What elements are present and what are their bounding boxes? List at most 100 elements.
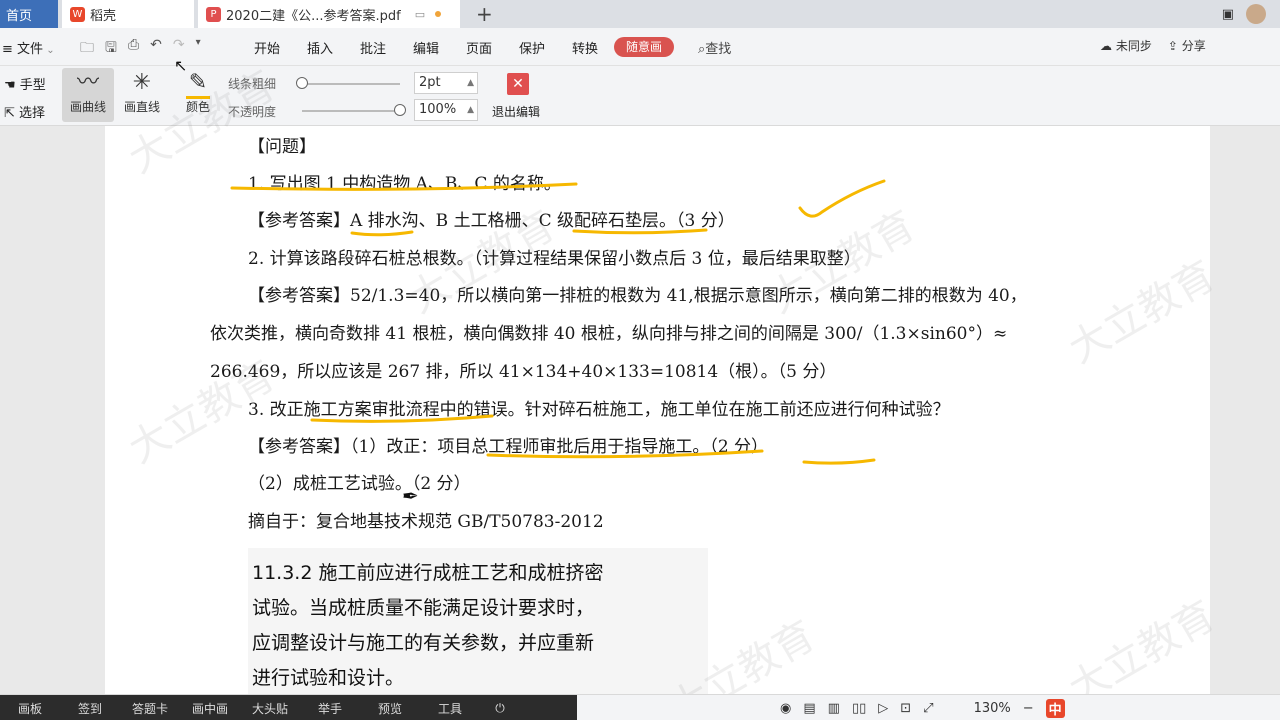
live-tool-pip[interactable]: 画中画	[180, 700, 240, 717]
open-folder-icon[interactable]: 🗀	[80, 37, 94, 61]
tab-home[interactable]: 首页	[0, 0, 58, 28]
menu-annotate[interactable]: 批注	[360, 38, 386, 57]
menu-convert[interactable]: 转换	[572, 38, 598, 57]
menu-freehand-active[interactable]: 随意画	[614, 37, 674, 57]
print-icon[interactable]: ⎙	[128, 37, 139, 61]
book-view-icon[interactable]: ▯▯	[852, 701, 866, 716]
search-button[interactable]: ⌕查找	[698, 38, 731, 57]
pencil-icon: ✎	[188, 70, 208, 95]
sync-status-label: 未同步	[1115, 39, 1152, 53]
opacity-slider-track[interactable]	[302, 110, 400, 112]
live-tool-preview[interactable]: 预览	[360, 700, 420, 717]
excerpt-line: 11.3.2 施工前应进行成桩工艺和成桩挤密	[252, 562, 604, 584]
draw-curve-label: 画曲线	[69, 100, 106, 114]
redo-icon[interactable]: ↷	[173, 37, 185, 61]
hand-tool-button[interactable]: ☚ 手型	[4, 74, 46, 93]
share-button[interactable]: ⇪ 分享	[1168, 37, 1206, 54]
opacity-slider-knob[interactable]	[394, 104, 406, 116]
menu-protect[interactable]: 保护	[519, 38, 545, 57]
menu-start[interactable]: 开始	[254, 38, 280, 57]
exit-edit-close-icon[interactable]: ✕	[507, 73, 529, 95]
live-tool-checkin[interactable]: 签到	[60, 700, 120, 717]
menubar-right: ☁ 未同步 ⇪ 分享	[1100, 37, 1206, 54]
share-icon: ⇪	[1167, 39, 1182, 53]
color-label: 颜色	[185, 100, 210, 114]
line-width-slider-track[interactable]	[302, 83, 400, 85]
excerpt-line: 试验。当成桩质量不能满足设计要求时，	[252, 597, 595, 619]
tab-screen-icon[interactable]: ▭	[415, 8, 425, 21]
draw-line-button[interactable]: ✳ 画直线	[116, 68, 168, 122]
undo-icon[interactable]: ↶	[150, 37, 162, 61]
pdf-page: 【问题】 1. 写出图 1 中构造物 A、B、C 的名称。 【参考答案】A 排水…	[105, 126, 1210, 694]
actual-size-icon[interactable]: ⊡	[900, 701, 911, 716]
menu-page[interactable]: 页面	[466, 38, 492, 57]
layout-toggle-icon[interactable]: ▣	[1222, 7, 1234, 22]
excerpt-line: 应调整设计与施工的有关参数，并应重新	[252, 632, 595, 654]
pdf-file-icon: P	[206, 6, 221, 22]
menu-edit[interactable]: 编辑	[413, 38, 439, 57]
tab-pdf-document[interactable]: P 2020二建《公...参考答案.pdf ▭	[198, 0, 460, 28]
tab-home-label: 首页	[6, 8, 33, 24]
user-avatar[interactable]	[1246, 4, 1266, 24]
share-label: 分享	[1181, 39, 1206, 53]
sync-status[interactable]: ☁ 未同步	[1100, 37, 1152, 54]
doc-line-source: 摘自于：复合地基技术规范 GB/T50783-2012	[248, 512, 604, 532]
exit-edit-label[interactable]: 退出编辑	[492, 103, 540, 120]
draw-curve-button[interactable]: 〰 画曲线	[62, 68, 114, 122]
line-width-label: 线条粗细	[228, 77, 277, 91]
continuous-page-icon[interactable]: ▥	[828, 701, 840, 716]
tab-daoke[interactable]: W 稻壳	[62, 0, 194, 28]
current-color-swatch	[186, 96, 210, 99]
doc-line-q1: 1. 写出图 1 中构造物 A、B、C 的名称。	[248, 174, 561, 194]
customize-chevron-icon[interactable]: ▾	[196, 37, 201, 61]
power-icon[interactable]: ⏻	[480, 701, 520, 716]
doc-line-q3: 3. 改正施工方案审批流程中的错误。针对碎石桩施工，施工单位在施工前还应进行何种…	[248, 400, 950, 420]
document-viewport[interactable]: 【问题】 1. 写出图 1 中构造物 A、B、C 的名称。 【参考答案】A 排水…	[0, 126, 1280, 694]
tabbar-right-controls: ▣	[1222, 0, 1280, 28]
spec-excerpt-block: 11.3.2 施工前应进行成桩工艺和成桩挤密 试验。当成桩质量不能满足设计要求时…	[248, 548, 708, 694]
eye-icon[interactable]: ◉	[780, 701, 791, 716]
live-tool-raise-hand[interactable]: 举手	[300, 700, 360, 717]
daoke-logo-icon: W	[70, 6, 85, 22]
line-width-slider-knob[interactable]	[296, 77, 308, 89]
tab-daoke-label: 稻壳	[90, 8, 117, 24]
unsaved-dot-icon	[435, 11, 442, 17]
play-icon[interactable]: ▷	[878, 701, 888, 716]
new-tab-plus-icon[interactable]: +	[476, 2, 493, 26]
doc-line-a2-1: 【参考答案】52/1.3=40，所以横向第一排桩的根数为 41,根据示意图所示，…	[248, 286, 1027, 306]
single-page-icon[interactable]: ▤	[803, 701, 815, 716]
search-label: 查找	[705, 42, 732, 57]
pen-toolbar: ☚ 手型 ⇱ 选择 〰 画曲线 ✳ 画直线 ✎ 颜色 线条粗细 2pt ▲▼ 不…	[0, 66, 1280, 135]
zoom-level[interactable]: 130%	[974, 701, 1011, 716]
save-icon[interactable]: 🖫	[105, 37, 117, 61]
live-tool-answer-card[interactable]: 答题卡	[120, 700, 180, 717]
doc-line-a3-1: 【参考答案】（1）改正：项目总工程师审批后用于指导施工。（2 分）	[248, 437, 769, 457]
line-width-value: 2pt	[419, 75, 441, 90]
zoom-out-icon[interactable]: −	[1023, 701, 1034, 716]
live-tool-whiteboard[interactable]: 画板	[0, 700, 60, 717]
live-tool-tools[interactable]: 工具	[420, 700, 480, 717]
doc-line-question-header: 【问题】	[248, 137, 316, 157]
color-picker-button[interactable]: ✎ 颜色	[172, 68, 224, 122]
select-tool-button[interactable]: ⇱ 选择	[4, 102, 45, 121]
chevron-down-icon: ⌄	[43, 45, 55, 56]
hamburger-icon: ≡	[2, 42, 18, 57]
ime-indicator[interactable]: 中	[1045, 699, 1065, 718]
hand-icon: ☚	[4, 78, 20, 93]
excerpt-line: 进行试验和设计。	[252, 667, 405, 689]
select-tool-label: 选择	[19, 106, 46, 121]
live-tool-sticker[interactable]: 大头贴	[240, 700, 300, 717]
fit-width-icon[interactable]: ⤢	[923, 701, 933, 716]
live-class-toolbar: 画板 签到 答题卡 画中画 大头贴 举手 预览 工具 ⏻	[0, 695, 577, 720]
curve-icon: 〰	[76, 70, 99, 95]
hand-tool-label: 手型	[19, 78, 46, 93]
opacity-select[interactable]: 100% ▲▼	[414, 99, 478, 135]
tab-pdf-label: 2020二建《公...参考答案.pdf	[226, 8, 401, 24]
menu-insert[interactable]: 插入	[307, 38, 333, 57]
doc-line-a3-2: （2）成桩工艺试验。（2 分）	[248, 474, 471, 494]
tab-bar: 首页 W 稻壳 P 2020二建《公...参考答案.pdf ▭ + ▣	[0, 0, 1280, 28]
line-burst-icon: ✳	[132, 70, 152, 95]
menu-file[interactable]: ≡ 文件 ⌄	[2, 38, 55, 57]
status-right: ◉ ▤ ▥ ▯▯ ▷ ⊡ ⤢ 130% − 中	[780, 699, 1280, 718]
line-width-select[interactable]: 2pt ▲▼	[414, 72, 478, 108]
